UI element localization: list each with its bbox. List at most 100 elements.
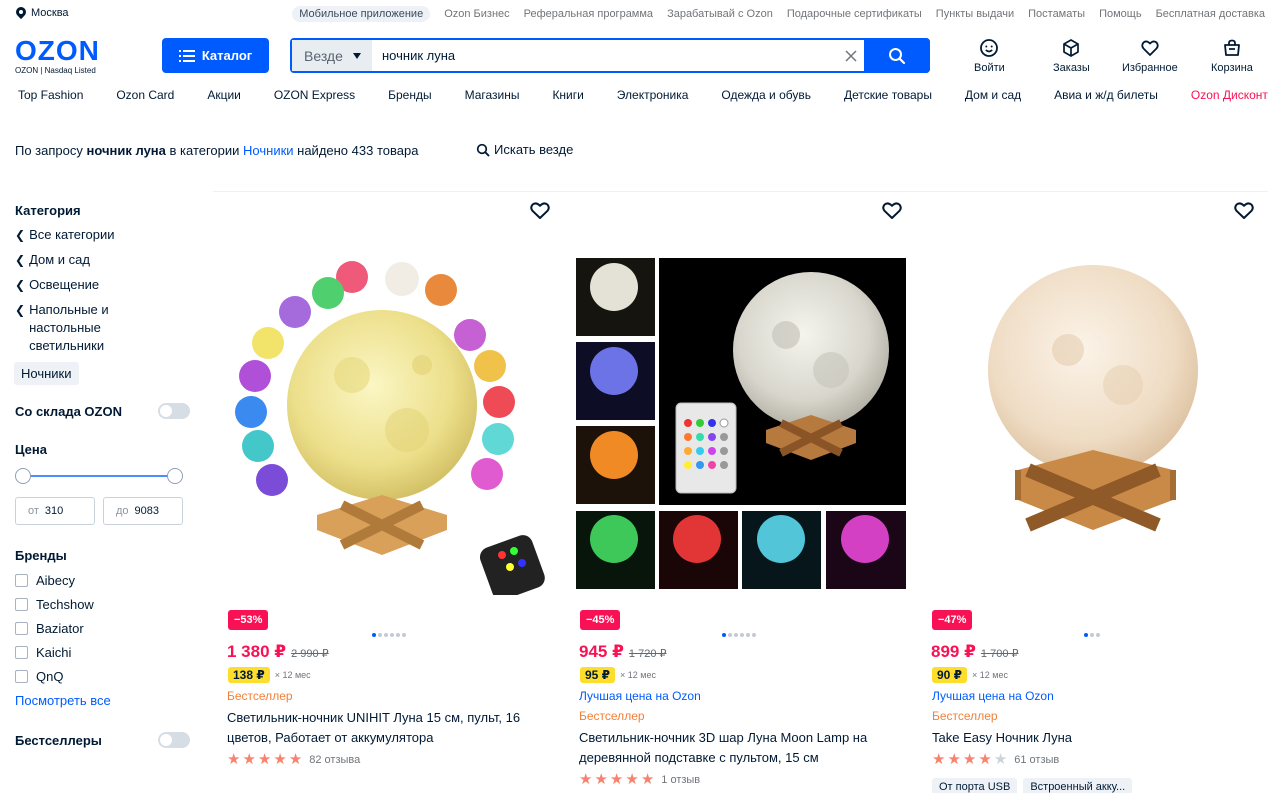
price-filter-title: Цена bbox=[15, 442, 47, 457]
old-price: 1 700 ₽ bbox=[980, 648, 1019, 660]
installment-term: × 12 мес bbox=[274, 670, 311, 680]
nav-item-kids[interactable]: Детские товары bbox=[844, 88, 932, 102]
price-min-handle[interactable] bbox=[15, 468, 31, 484]
star-icon: ★ bbox=[242, 751, 256, 768]
product-title[interactable]: Светильник-ночник 3D шар Луна Moon Lamp … bbox=[579, 728, 899, 768]
product-image[interactable] bbox=[576, 255, 906, 595]
category-link-all[interactable]: ❮ Все категории bbox=[15, 226, 190, 244]
cart-button[interactable]: Корзина bbox=[1211, 38, 1253, 74]
search-input[interactable] bbox=[372, 40, 838, 71]
price-from-label: от bbox=[28, 505, 39, 517]
product-title[interactable]: Take Easy Ночник Луна bbox=[932, 728, 1252, 748]
brand-option-qnq[interactable]: QnQ bbox=[15, 669, 190, 684]
feature-tag[interactable]: Встроенный акку... bbox=[1023, 778, 1133, 793]
search-everywhere-link[interactable]: Искать везде bbox=[476, 142, 573, 157]
category-nav: Top Fashion Ozon Card Акции OZON Express… bbox=[18, 88, 1268, 102]
catalog-button[interactable]: Каталог bbox=[162, 38, 269, 73]
summary-category-link[interactable]: Ночники bbox=[243, 143, 294, 158]
search-scope-select[interactable]: Везде bbox=[292, 40, 372, 71]
image-carousel-dots[interactable] bbox=[372, 633, 406, 637]
product-title[interactable]: Светильник-ночник UNIHIT Луна 15 см, пул… bbox=[227, 708, 547, 748]
product-image[interactable] bbox=[928, 255, 1258, 595]
image-carousel-dots[interactable] bbox=[722, 633, 756, 637]
feature-tag[interactable]: От порта USB bbox=[932, 778, 1018, 793]
category-filter-title: Категория bbox=[15, 203, 81, 218]
cart-bag-icon bbox=[1224, 39, 1240, 56]
nav-item-top-fashion[interactable]: Top Fashion bbox=[18, 88, 83, 102]
city-selector[interactable]: Москва bbox=[16, 7, 69, 19]
nav-item-electronics[interactable]: Электроника bbox=[617, 88, 689, 102]
see-all-brands-link[interactable]: Посмотреть все bbox=[15, 693, 190, 708]
category-link-home-garden[interactable]: ❮ Дом и сад bbox=[15, 251, 190, 269]
price-from-value: 310 bbox=[44, 505, 64, 517]
search-button[interactable] bbox=[864, 38, 930, 73]
summary-query: ночник луна bbox=[86, 143, 166, 158]
favorite-heart-icon[interactable] bbox=[881, 200, 903, 220]
current-category-chip[interactable]: Ночники bbox=[14, 362, 79, 385]
nav-item-brands[interactable]: Бренды bbox=[388, 88, 431, 102]
favorite-heart-icon[interactable] bbox=[529, 200, 551, 220]
category-link-label: Дом и сад bbox=[29, 252, 90, 267]
warehouse-toggle[interactable] bbox=[158, 403, 190, 419]
product-image[interactable] bbox=[222, 255, 552, 595]
top-link-postamats[interactable]: Постаматы bbox=[1028, 8, 1085, 20]
box-icon bbox=[1063, 39, 1080, 57]
reviews-count[interactable]: 82 отзыва bbox=[309, 754, 360, 766]
price-to-label: до bbox=[116, 505, 129, 517]
warehouse-filter: Со склада OZON bbox=[15, 403, 190, 419]
nav-item-stores[interactable]: Магазины bbox=[465, 88, 520, 102]
reviews-count[interactable]: 61 отзыв bbox=[1014, 754, 1059, 766]
checkbox[interactable] bbox=[15, 598, 28, 611]
ozon-logo[interactable]: OZON OZON | Nasdaq Listed bbox=[15, 37, 115, 76]
top-link-gift-cards[interactable]: Подарочные сертификаты bbox=[787, 8, 922, 20]
favorites-button[interactable]: Избранное bbox=[1122, 38, 1178, 74]
top-link-pickup-points[interactable]: Пункты выдачи bbox=[936, 8, 1014, 20]
login-button[interactable]: Войти bbox=[974, 38, 1005, 74]
nav-item-ozon-card[interactable]: Ozon Card bbox=[116, 88, 174, 102]
top-link-help[interactable]: Помощь bbox=[1099, 8, 1142, 20]
installment-term: × 12 мес bbox=[620, 670, 656, 680]
search-summary: По запросу ночник луна в категории Ночни… bbox=[15, 143, 418, 158]
nav-item-tickets[interactable]: Авиа и ж/д билеты bbox=[1054, 88, 1158, 102]
top-link-free-delivery[interactable]: Бесплатная доставка bbox=[1156, 8, 1265, 20]
nav-item-discount[interactable]: Ozon Дисконт bbox=[1191, 88, 1268, 102]
price-from-field[interactable]: от 310 bbox=[15, 497, 95, 525]
checkbox[interactable] bbox=[15, 622, 28, 635]
price-max-handle[interactable] bbox=[167, 468, 183, 484]
nav-item-ozon-express[interactable]: OZON Express bbox=[274, 88, 355, 102]
checkbox[interactable] bbox=[15, 670, 28, 683]
category-link-lighting[interactable]: ❮ Освещение bbox=[15, 276, 190, 294]
checkbox[interactable] bbox=[15, 574, 28, 587]
header-actions: Войти Заказы Избранное Корзина bbox=[956, 38, 1266, 78]
nav-item-clothes[interactable]: Одежда и обувь bbox=[721, 88, 811, 102]
brand-option-baziator[interactable]: Baziator bbox=[15, 621, 190, 636]
best-price-tag: Лучшая цена на Ozon bbox=[932, 689, 1054, 703]
favorite-heart-icon[interactable] bbox=[1233, 200, 1255, 220]
nav-item-home-garden[interactable]: Дом и сад bbox=[965, 88, 1021, 102]
brands-filter-title: Бренды bbox=[15, 548, 67, 563]
top-link-business[interactable]: Ozon Бизнес bbox=[444, 8, 509, 20]
nav-item-promotions[interactable]: Акции bbox=[207, 88, 241, 102]
checkbox[interactable] bbox=[15, 646, 28, 659]
reviews-count[interactable]: 1 отзыв bbox=[661, 774, 700, 786]
bestsellers-toggle[interactable] bbox=[158, 732, 190, 748]
price-to-field[interactable]: до 9083 bbox=[103, 497, 183, 525]
price-block: 1 380 ₽ 2 990 ₽ bbox=[227, 642, 329, 662]
top-link-earn[interactable]: Зарабатывай с Ozon bbox=[667, 8, 773, 20]
nav-item-books[interactable]: Книги bbox=[552, 88, 583, 102]
clear-icon[interactable] bbox=[838, 40, 864, 71]
star-icon: ★ bbox=[947, 751, 961, 768]
category-link-lamps[interactable]: ❮ Напольные и настольные светильники bbox=[15, 301, 190, 355]
image-carousel-dots[interactable] bbox=[1084, 633, 1100, 637]
brand-option-techshow[interactable]: Techshow bbox=[15, 597, 190, 612]
installment-block: 138 ₽ × 12 мес bbox=[228, 667, 311, 683]
brand-option-aibecy[interactable]: Aibecy bbox=[15, 573, 190, 588]
logo-subtext: OZON | Nasdaq Listed bbox=[15, 66, 96, 75]
top-link-mobile-app[interactable]: Мобильное приложение bbox=[292, 6, 431, 22]
menu-icon bbox=[178, 49, 195, 62]
star-icon: ★ bbox=[640, 771, 655, 788]
top-link-referral[interactable]: Реферальная программа bbox=[524, 8, 653, 20]
orders-button[interactable]: Заказы bbox=[1053, 38, 1090, 74]
brand-option-kaichi[interactable]: Kaichi bbox=[15, 645, 190, 660]
discount-badge: −45% bbox=[580, 610, 621, 630]
